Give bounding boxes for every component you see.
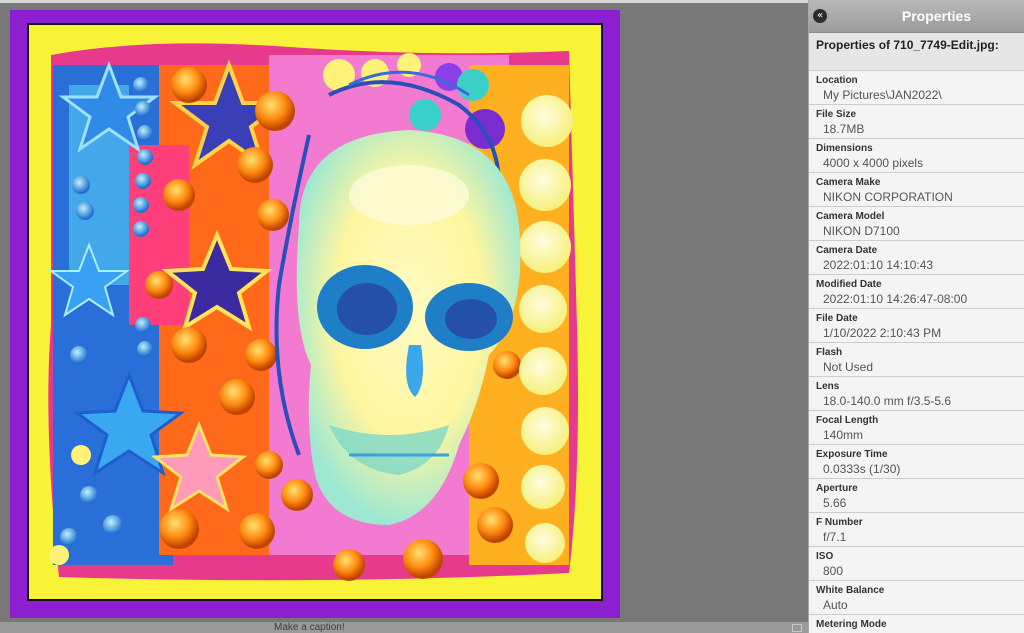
property-label: Camera Date (816, 245, 878, 256)
property-label: Flash (816, 347, 843, 358)
property-label: File Date (816, 313, 858, 324)
photo-image[interactable] (29, 25, 601, 599)
property-row: Exposure Time 0.0333s (1/30) (809, 445, 1024, 479)
property-value: 2022:01:10 14:10:43 (823, 258, 934, 272)
caption-placeholder[interactable]: Make a caption! (274, 623, 345, 633)
property-value: NIKON CORPORATION (823, 190, 953, 204)
property-row: File Size 18.7MB (809, 105, 1024, 139)
property-value: My Pictures\JAN2022\ (823, 88, 942, 102)
file-heading: Properties of 710_7749-Edit.jpg: (809, 33, 1024, 71)
property-label: Lens (816, 381, 840, 392)
property-row: Camera Make NIKON CORPORATION (809, 173, 1024, 207)
property-row: Aperture 5.66 (809, 479, 1024, 513)
property-value: Auto (823, 598, 848, 612)
property-value: 2022:01:10 14:26:47-08:00 (823, 292, 968, 306)
property-value: 5.66 (823, 496, 847, 510)
property-value: 4000 x 4000 pixels (823, 156, 924, 170)
caption-bar[interactable]: Make a caption! (0, 622, 808, 633)
panel-title: Properties (901, 8, 972, 24)
property-row: White Balance Auto (809, 581, 1024, 615)
property-value: 18.0-140.0 mm f/3.5-5.6 (823, 394, 952, 408)
property-label: File Size (816, 109, 857, 120)
property-label: Camera Model (816, 211, 885, 222)
property-label: Exposure Time (816, 449, 888, 460)
properties-list: Location My Pictures\JAN2022\ File Size 18.… (809, 71, 1024, 633)
property-row: Location My Pictures\JAN2022\ (809, 71, 1024, 105)
caption-resize-icon[interactable] (792, 624, 802, 632)
property-label: Modified Date (816, 279, 882, 290)
property-label: Aperture (816, 483, 858, 494)
photo-border (27, 23, 603, 601)
property-row: Camera Model NIKON D7100 (809, 207, 1024, 241)
property-label: Camera Make (816, 177, 881, 188)
property-value: 140mm (823, 428, 864, 442)
photo-viewer[interactable] (0, 3, 808, 622)
property-label: Focal Length (816, 415, 879, 426)
property-label: Metering Mode (816, 619, 887, 630)
property-label: ISO (816, 551, 834, 562)
property-value: Not Used (823, 360, 874, 374)
panel-header: « Properties (809, 0, 1024, 33)
property-value: NIKON D7100 (823, 224, 900, 238)
property-value: 0.0333s (1/30) (823, 462, 901, 476)
property-value: f/7.1 (823, 530, 847, 544)
property-label: Location (816, 75, 858, 86)
property-row: Dimensions 4000 x 4000 pixels (809, 139, 1024, 173)
double-chevron-left-icon[interactable]: « (813, 9, 827, 23)
property-row: Lens 18.0-140.0 mm f/3.5-5.6 (809, 377, 1024, 411)
property-row: F Number f/7.1 (809, 513, 1024, 547)
property-row: Metering Mode (809, 615, 1024, 633)
property-row: File Date 1/10/2022 2:10:43 PM (809, 309, 1024, 343)
property-label: Dimensions (816, 143, 873, 154)
property-value: 800 (823, 564, 844, 578)
property-label: F Number (816, 517, 863, 528)
property-value: 18.7MB (823, 122, 865, 136)
property-row: Flash Not Used (809, 343, 1024, 377)
photo-frame (10, 10, 620, 618)
property-row: Camera Date 2022:01:10 14:10:43 (809, 241, 1024, 275)
property-label: White Balance (816, 585, 885, 596)
property-value: 1/10/2022 2:10:43 PM (823, 326, 942, 340)
property-row: ISO 800 (809, 547, 1024, 581)
properties-panel: « Properties Properties of 710_7749-Edit… (808, 0, 1024, 633)
property-row: Focal Length 140mm (809, 411, 1024, 445)
property-row: Modified Date 2022:01:10 14:26:47-08:00 (809, 275, 1024, 309)
